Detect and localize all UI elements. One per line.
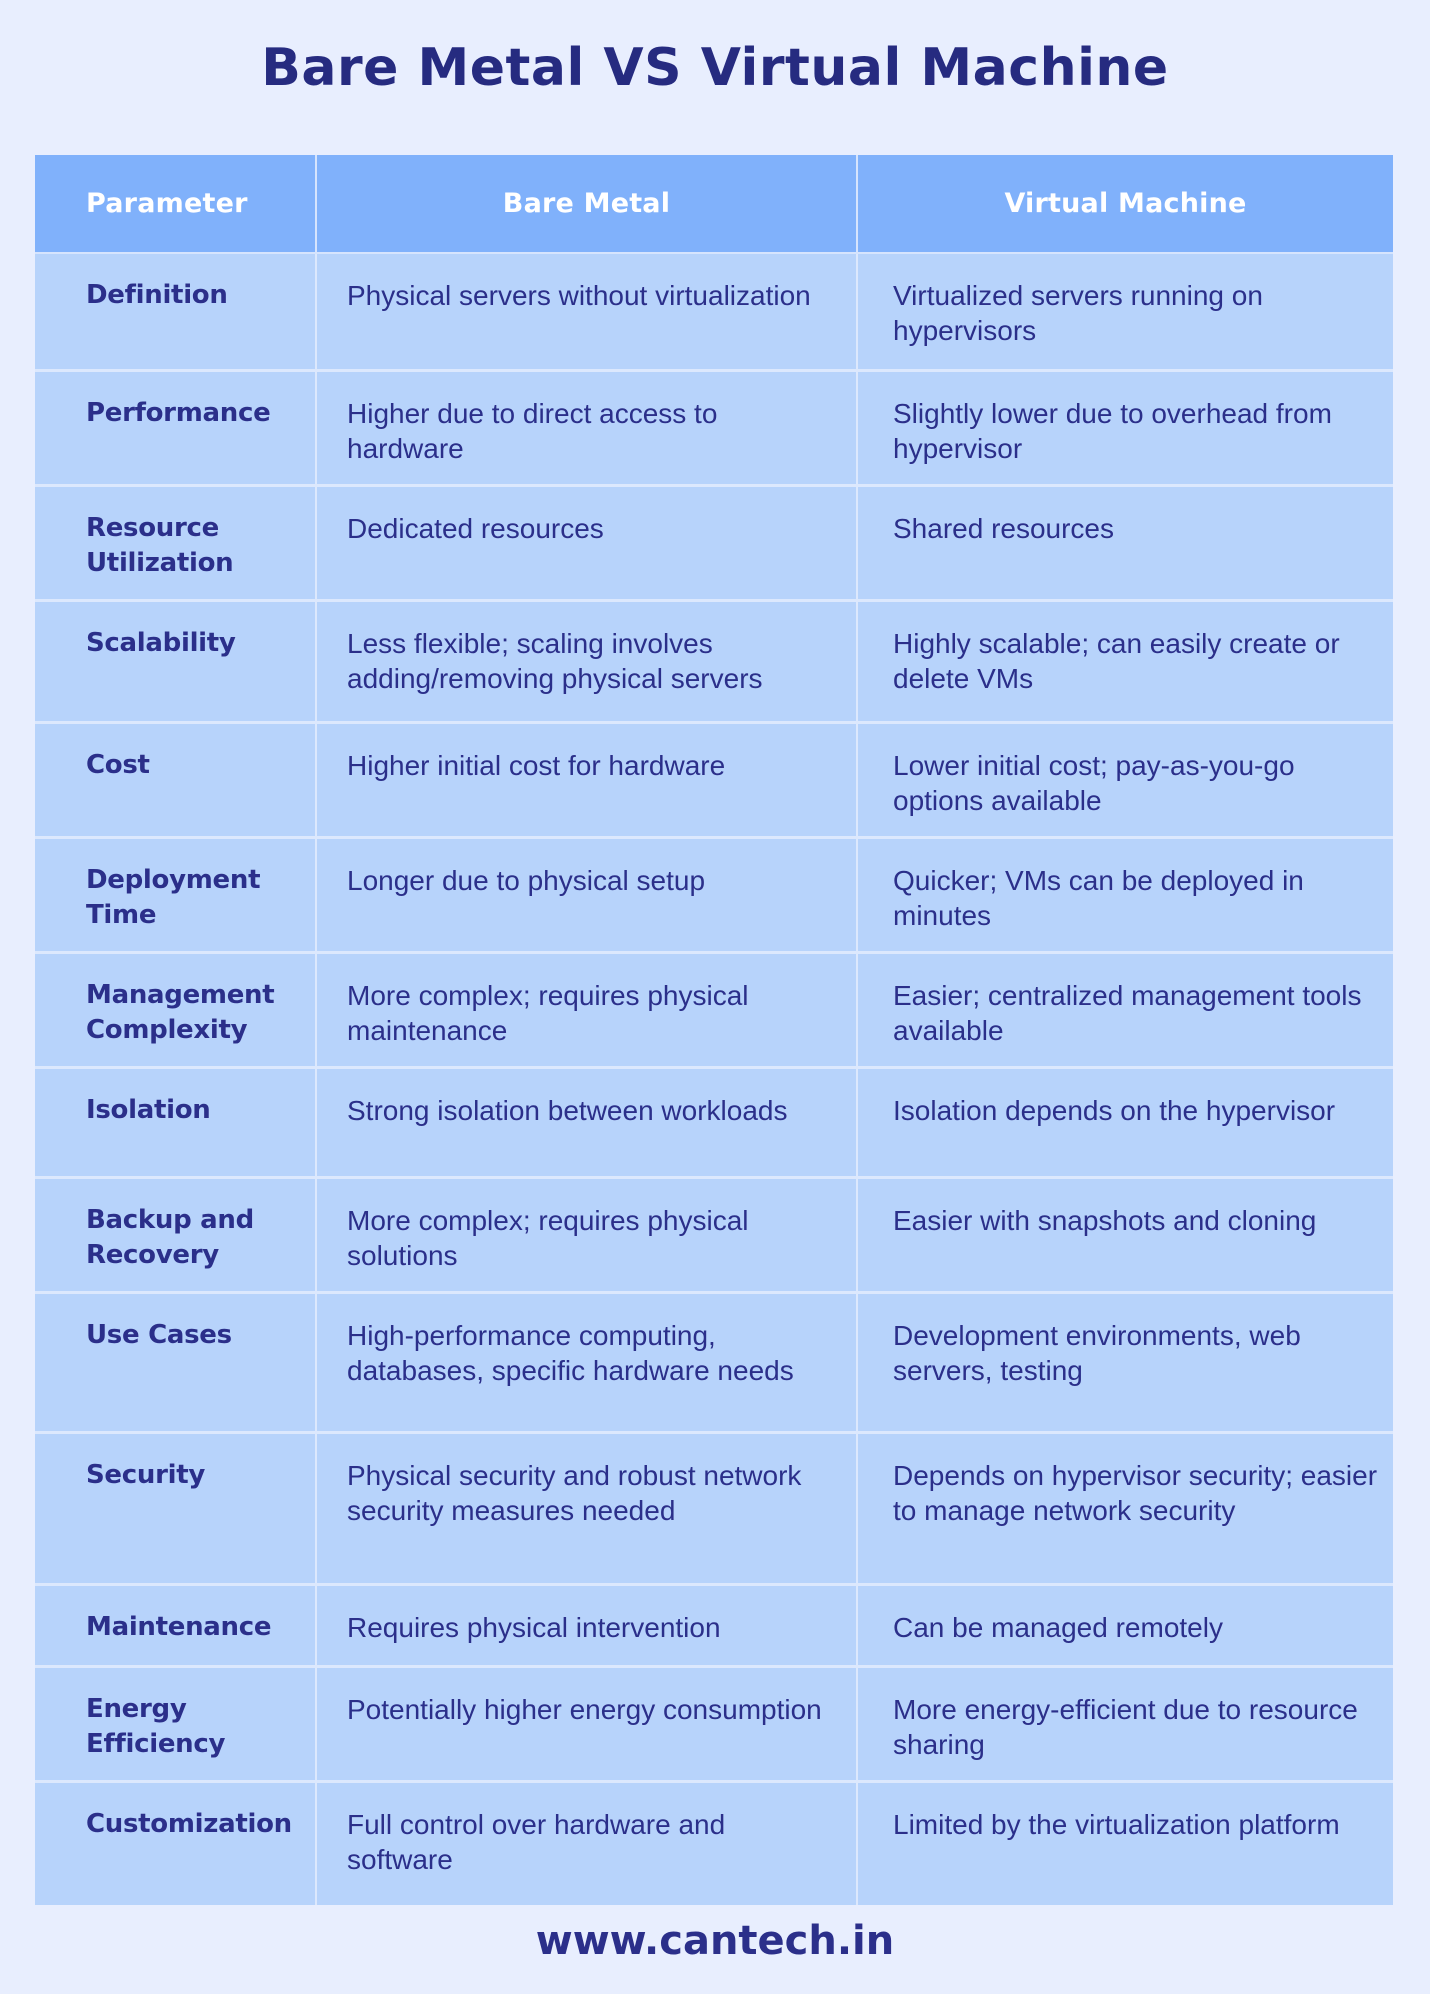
parameter-cell: Management Complexity [35, 950, 316, 1067]
table-row: Scalability Less flexible; scaling involv… [35, 598, 1393, 722]
bare-metal-cell: Full control over hardware and software [315, 1779, 857, 1905]
table-row: Customization Full control over hardware … [35, 1779, 1393, 1905]
parameter-cell: Energy Efficiency [35, 1664, 316, 1781]
table-row: Energy Efficiency Potentially higher ener… [35, 1664, 1393, 1781]
virtual-machine-cell: Quicker; VMs can be deployed in minutes [856, 835, 1393, 952]
table-row: Backup and Recovery More complex; require… [35, 1175, 1393, 1292]
table-row: Definition Physical servers without virtu… [35, 253, 1393, 370]
virtual-machine-cell: Development environments, web servers, t… [856, 1290, 1393, 1432]
bare-metal-cell: Potentially higher energy consumption [315, 1664, 857, 1781]
table-row: Isolation Strong isolation between worklo… [35, 1065, 1393, 1177]
website-link[interactable]: www.cantech.in [0, 1918, 1430, 1964]
parameter-cell: Customization [35, 1779, 316, 1905]
table-row: Resource Utilization Dedicated resources S… [35, 483, 1393, 600]
bare-metal-cell: More complex; requires physical solution… [315, 1175, 857, 1292]
table-row: Performance Higher due to direct access t… [35, 368, 1393, 485]
bare-metal-cell: High-performance computing, databases, s… [315, 1290, 857, 1432]
parameter-cell: Isolation [35, 1065, 316, 1177]
table-row: Maintenance Requires physical interventio… [35, 1582, 1393, 1666]
bare-metal-cell: Physical servers without virtualization [315, 253, 857, 370]
virtual-machine-cell: Limited by the virtualization platform [856, 1779, 1393, 1905]
bare-metal-cell: Dedicated resources [315, 483, 857, 600]
bare-metal-cell: Less flexible; scaling involves adding/r… [315, 598, 857, 722]
virtual-machine-cell: Easier; centralized management tools ava… [856, 950, 1393, 1067]
bare-metal-cell: Higher due to direct access to hardware [315, 368, 857, 485]
table-row: Cost Higher initial cost for hardware Lowe… [35, 720, 1393, 837]
table-row: Deployment Time Longer due to physical se… [35, 835, 1393, 952]
page-title: Bare Metal VS Virtual Machine [261, 38, 1169, 98]
bare-metal-cell: Strong isolation between workloads [315, 1065, 857, 1177]
bare-metal-cell: Higher initial cost for hardware [315, 720, 857, 837]
bare-metal-cell: Physical security and robust network sec… [315, 1430, 857, 1584]
parameter-cell: Scalability [35, 598, 316, 722]
virtual-machine-cell: Easier with snapshots and cloning [856, 1175, 1393, 1292]
virtual-machine-cell: Highly scalable; can easily create or de… [856, 598, 1393, 722]
parameter-cell: Definition [35, 253, 316, 370]
table-row: Security Physical security and robust net… [35, 1430, 1393, 1584]
header-bare-metal: Bare Metal [315, 155, 857, 254]
parameter-cell: Performance [35, 368, 316, 485]
virtual-machine-cell: More energy-efficient due to resource sh… [856, 1664, 1393, 1781]
virtual-machine-cell: Shared resources [856, 483, 1393, 600]
parameter-cell: Security [35, 1430, 316, 1584]
table-row: Use Cases High-performance computing, dat… [35, 1290, 1393, 1432]
parameter-cell: Maintenance [35, 1582, 316, 1666]
header-parameter: Parameter [35, 155, 316, 254]
comparison-table: Parameter Bare Metal Virtual Machine Def… [35, 155, 1393, 1905]
parameter-cell: Cost [35, 720, 316, 837]
table-header-row: Parameter Bare Metal Virtual Machine [35, 155, 1393, 254]
parameter-cell: Backup and Recovery [35, 1175, 316, 1292]
virtual-machine-cell: Lower initial cost; pay-as-you-go option… [856, 720, 1393, 837]
bare-metal-cell: Requires physical intervention [315, 1582, 857, 1666]
virtual-machine-cell: Depends on hypervisor security; easier t… [856, 1430, 1393, 1584]
table-body: Definition Physical servers without virtu… [35, 253, 1393, 1905]
virtual-machine-cell: Virtualized servers running on hyperviso… [856, 253, 1393, 370]
bare-metal-cell: More complex; requires physical maintena… [315, 950, 857, 1067]
virtual-machine-cell: Can be managed remotely [856, 1582, 1393, 1666]
parameter-cell: Resource Utilization [35, 483, 316, 600]
parameter-cell: Use Cases [35, 1290, 316, 1432]
parameter-cell: Deployment Time [35, 835, 316, 952]
header-virtual-machine: Virtual Machine [856, 155, 1393, 254]
virtual-machine-cell: Isolation depends on the hypervisor [856, 1065, 1393, 1177]
virtual-machine-cell: Slightly lower due to overhead from hype… [856, 368, 1393, 485]
table-row: Management Complexity More complex; requi… [35, 950, 1393, 1067]
bare-metal-cell: Longer due to physical setup [315, 835, 857, 952]
